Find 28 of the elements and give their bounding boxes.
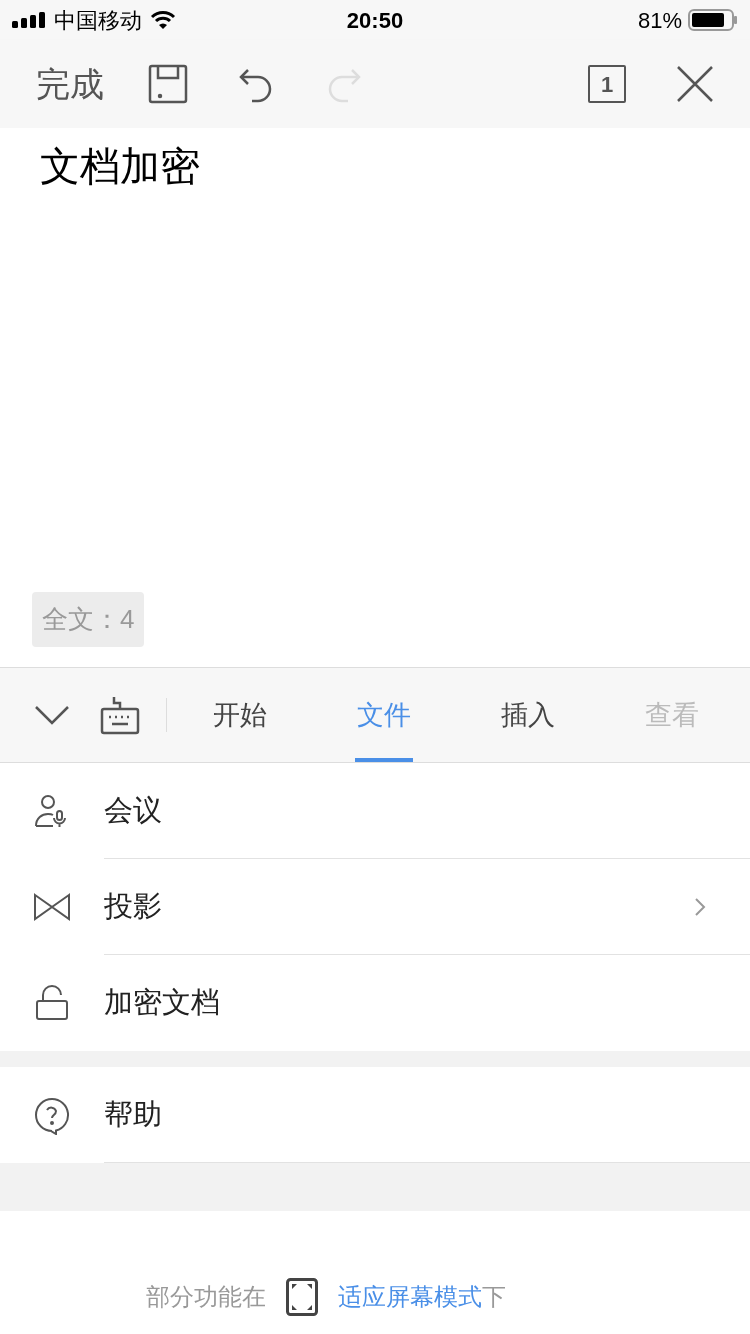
footer-text: 下 bbox=[482, 1282, 506, 1312]
clock-time: 20:50 bbox=[345, 6, 405, 35]
signal-icon bbox=[12, 12, 46, 28]
menu-label: 投影 bbox=[104, 888, 163, 924]
save-icon[interactable] bbox=[148, 64, 188, 104]
battery-icon bbox=[688, 9, 738, 31]
page-count-button[interactable]: 1 bbox=[588, 65, 626, 103]
wifi-icon bbox=[150, 10, 176, 30]
ribbon-tab[interactable]: 插入 bbox=[499, 668, 557, 762]
menu-label: 会议 bbox=[104, 792, 163, 828]
menu-label: 帮助 bbox=[104, 1096, 163, 1132]
menu-item[interactable]: 加密文档 bbox=[0, 955, 750, 1051]
carrier-name: 中国移动 bbox=[54, 6, 142, 35]
ribbon-tab[interactable]: 开始 bbox=[211, 668, 269, 762]
menu-item[interactable]: 投影 bbox=[0, 859, 750, 955]
help-icon bbox=[32, 1095, 72, 1135]
document-text: 文档加密 bbox=[39, 143, 201, 190]
menu-item[interactable]: 会议 bbox=[0, 763, 750, 859]
fit-screen-icon bbox=[286, 1278, 318, 1316]
menu-label: 加密文档 bbox=[104, 985, 221, 1021]
done-button[interactable]: 完成 bbox=[36, 58, 104, 110]
footer-text: 部分功能在 bbox=[146, 1282, 266, 1312]
battery-percentage: 81% bbox=[637, 6, 682, 35]
keyboard-icon[interactable] bbox=[100, 695, 140, 735]
chevron-right-icon bbox=[694, 896, 706, 917]
word-count-badge: 全文：4 bbox=[32, 592, 145, 647]
close-icon[interactable] bbox=[676, 65, 714, 103]
chevron-down-icon[interactable] bbox=[34, 705, 70, 725]
